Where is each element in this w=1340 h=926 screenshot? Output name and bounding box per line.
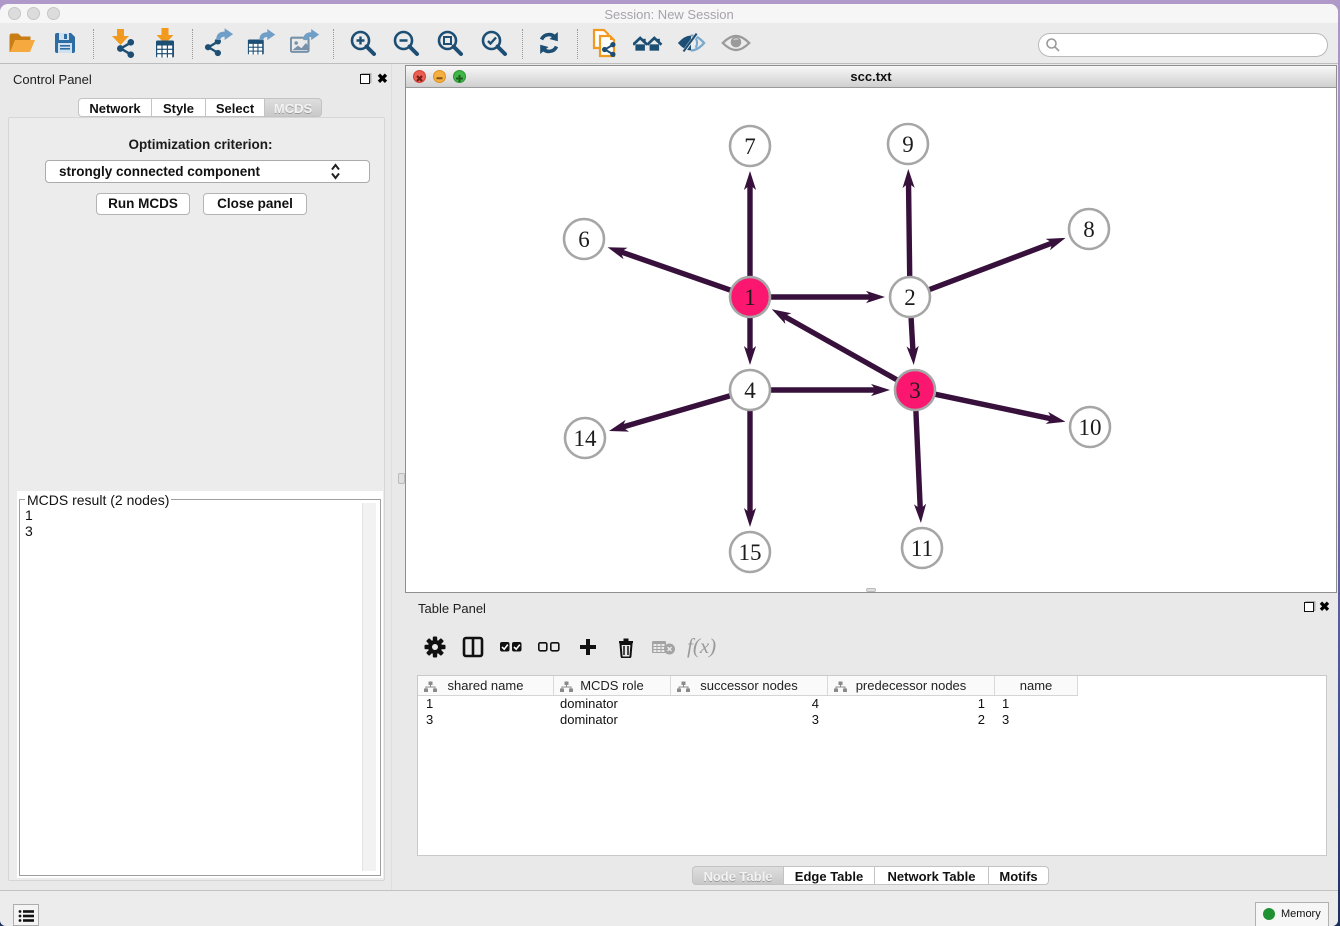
svg-text:1: 1 [744, 285, 756, 310]
svg-text:10: 10 [1079, 415, 1102, 440]
svg-text:6: 6 [578, 227, 590, 252]
svg-text:8: 8 [1083, 217, 1095, 242]
svg-text:2: 2 [904, 285, 916, 310]
svg-text:14: 14 [574, 426, 598, 451]
svg-text:11: 11 [911, 536, 933, 561]
svg-text:15: 15 [739, 540, 762, 565]
svg-text:7: 7 [744, 134, 756, 159]
svg-text:3: 3 [909, 378, 921, 403]
svg-text:9: 9 [902, 132, 914, 157]
svg-text:4: 4 [744, 378, 756, 403]
